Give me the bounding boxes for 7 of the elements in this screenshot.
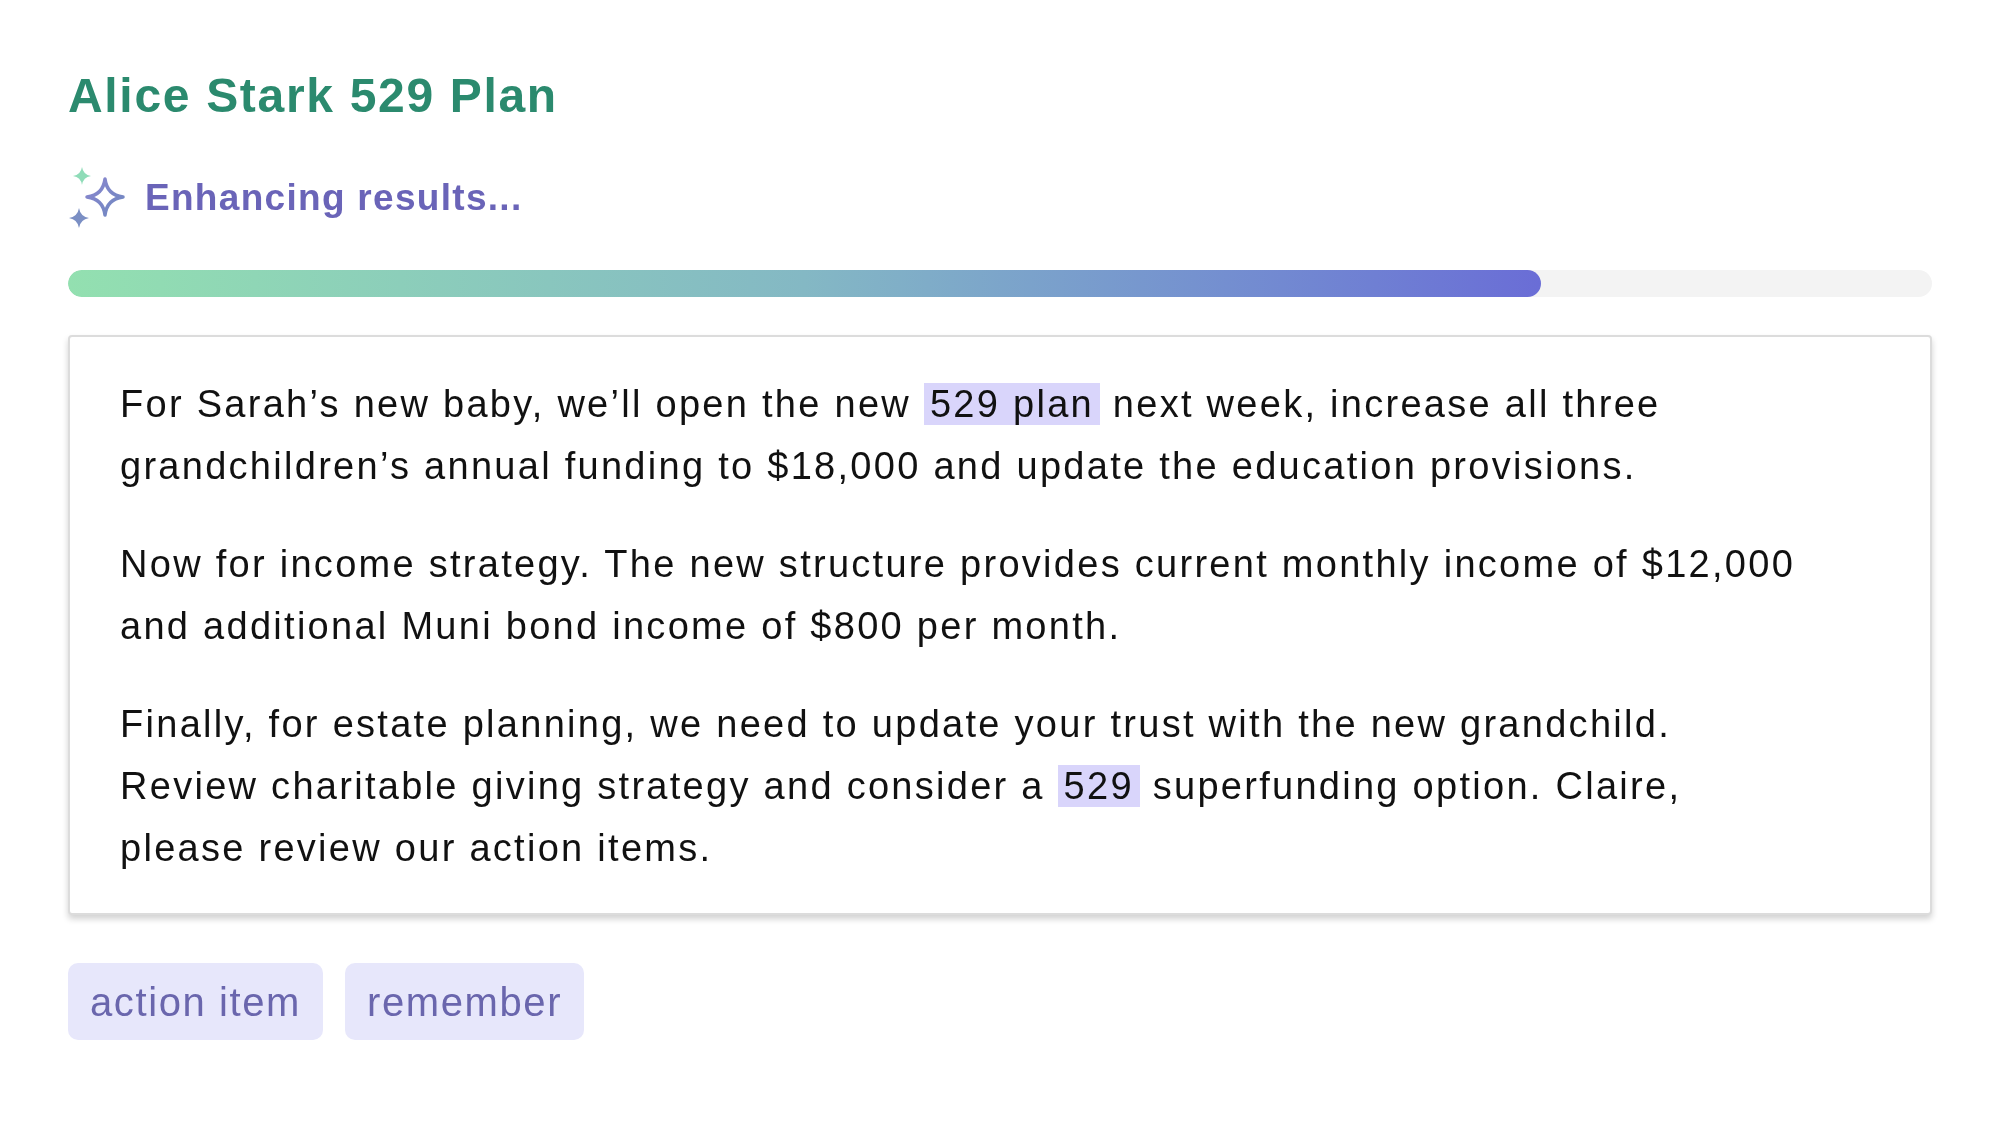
page-title: Alice Stark 529 Plan [68,68,558,124]
status-text: Enhancing results... [145,176,523,220]
tag-chip: action item [68,963,324,1040]
note-paragraph: Finally, for estate planning, we need to update your trust with the new grandchild. Review charitable giving strategy and consider a 529 superfunding option. Claire, please review our action items. [120,702,1683,871]
tag-chip: remember [345,963,585,1040]
note-paragraph: For Sarah’s new baby, we’ll open the new 529 plan next week, increase all three grandchildren’s annual funding to $18,000 and update the education provisions. [120,382,1662,489]
note-paragraph: Now for income strategy. The new structure provides current monthly income of $12,000 and additional Muni bond income of $800 per month. [120,542,1797,649]
